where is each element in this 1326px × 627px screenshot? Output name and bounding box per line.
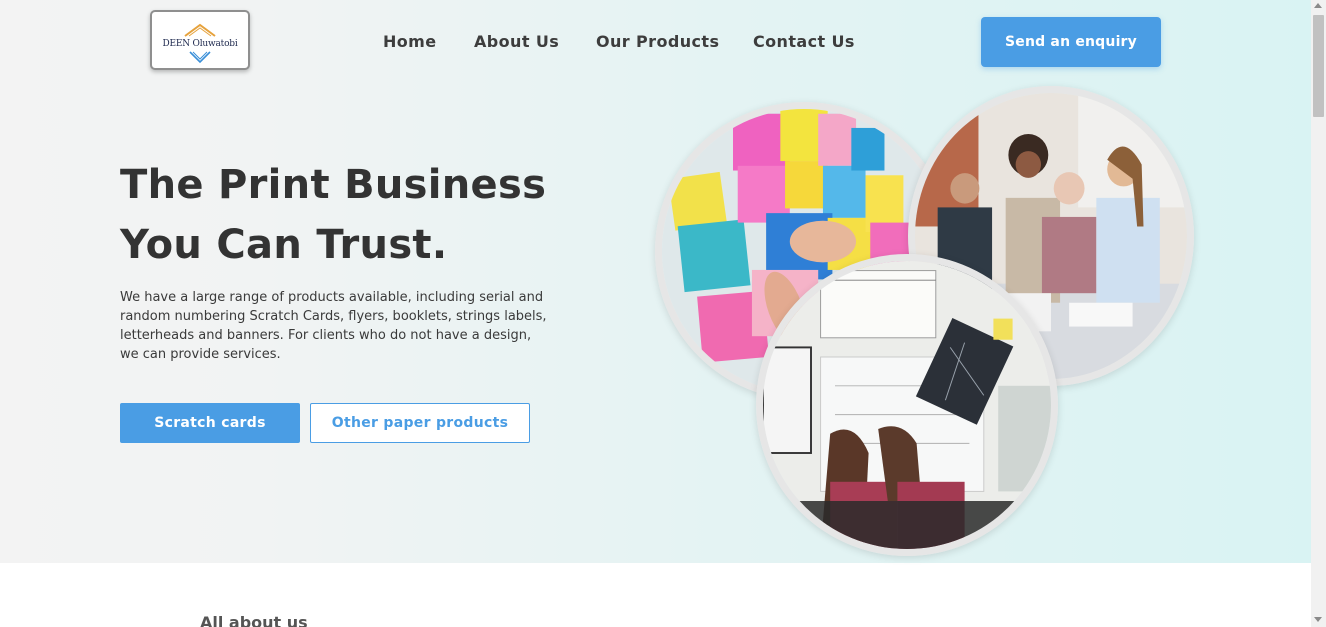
logo-text: DEEN Oluwatobi [162,39,238,49]
nav-contact-us[interactable]: Contact Us [753,32,855,51]
nav-home[interactable]: Home [383,32,437,51]
other-paper-products-button[interactable]: Other paper products [310,403,530,443]
hero-description: We have a large range of products availa… [120,290,547,362]
headline-line-2: You Can Trust. [120,222,448,268]
nav-about-us[interactable]: About Us [474,32,559,51]
scratch-cards-button[interactable]: Scratch cards [120,403,300,443]
headline-line-1: The Print Business [120,162,547,208]
page-scrollbar[interactable] [1311,0,1326,627]
brand-logo[interactable]: DEEN Oluwatobi [150,10,250,70]
architect-desk-photo [756,254,1058,556]
nav-our-products[interactable]: Our Products [596,32,719,51]
scroll-up-arrow-icon[interactable] [1314,3,1322,8]
about-section-title: All about us [200,613,308,627]
scroll-down-arrow-icon[interactable] [1314,617,1322,622]
hero-headline: The Print Business You Can Trust. [120,155,560,275]
send-enquiry-button[interactable]: Send an enquiry [981,17,1161,67]
scrollbar-thumb[interactable] [1313,15,1324,117]
